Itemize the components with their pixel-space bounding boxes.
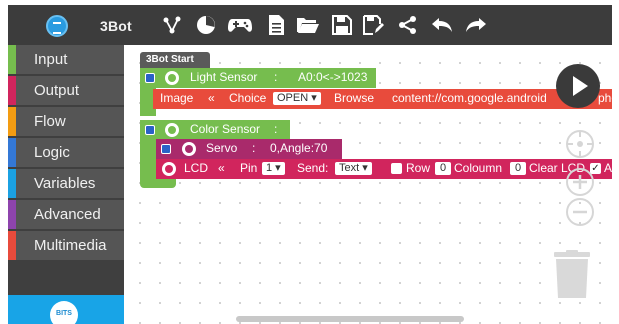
- category-label: Multimedia: [34, 237, 107, 254]
- separator: :: [274, 122, 278, 136]
- servo-block[interactable]: Servo : 0,Angle:70: [156, 139, 342, 159]
- pin-dropdown[interactable]: 1 ▾: [262, 162, 285, 175]
- toggle-icon[interactable]: [162, 162, 176, 176]
- folder-open-icon[interactable]: [294, 11, 322, 39]
- pin-value: 1: [266, 162, 273, 174]
- toggle-icon[interactable]: [182, 142, 196, 156]
- category-input[interactable]: Input: [8, 45, 124, 75]
- category-flow[interactable]: Flow: [8, 107, 124, 137]
- image-label: Image: [160, 91, 194, 105]
- separator: :: [252, 141, 256, 155]
- save-icon[interactable]: [328, 11, 356, 39]
- color-sensor-footer: [140, 178, 176, 188]
- send-label: Send:: [297, 161, 329, 175]
- toggle-icon[interactable]: [165, 123, 179, 137]
- category-label: Logic: [34, 144, 70, 161]
- browse-button[interactable]: Browse: [334, 91, 374, 105]
- share-graph-icon[interactable]: [158, 11, 186, 39]
- color-sensor-label: Color Sensor: [190, 122, 261, 136]
- send-dropdown[interactable]: Text ▾: [335, 162, 372, 175]
- category-color-stripe: [8, 45, 16, 74]
- send-value: Text: [339, 162, 360, 174]
- category-sidebar: Input Output Flow Logic Variables Advanc…: [8, 45, 124, 324]
- image-block[interactable]: Image « Choice OPEN ▾ Browse content://c…: [153, 89, 612, 109]
- category-logic[interactable]: Logic: [8, 138, 124, 168]
- pin-label: Pin: [240, 161, 258, 175]
- content-path: content://com.google.android: [392, 91, 547, 105]
- au-label: Au: [604, 161, 612, 175]
- color-sensor-block[interactable]: Color Sensor :: [140, 120, 290, 140]
- logo-icon[interactable]: [46, 15, 68, 37]
- color-sensor-rail: [140, 140, 156, 180]
- category-color-stripe: [8, 231, 16, 260]
- bits-logo-icon: BITS: [50, 301, 78, 324]
- category-color-stripe: [8, 200, 16, 229]
- toolbar: 3Bot: [8, 5, 612, 45]
- play-button[interactable]: [556, 64, 600, 108]
- choice-value: OPEN: [277, 92, 309, 104]
- separator: :: [274, 70, 278, 84]
- toggle-icon[interactable]: [165, 71, 179, 85]
- category-label: Advanced: [34, 206, 101, 223]
- mutator-gear-icon[interactable]: [161, 144, 171, 154]
- category-label: Flow: [34, 113, 66, 130]
- bits-footer: BITS: [8, 295, 124, 324]
- row-checkbox[interactable]: [391, 163, 402, 174]
- light-sensor-block[interactable]: Light Sensor : A0:0<->1023: [140, 68, 376, 88]
- category-color-stripe: [8, 107, 16, 136]
- horizontal-scrollbar[interactable]: [236, 316, 464, 322]
- light-sensor-value: A0:0<->1023: [298, 70, 368, 84]
- content-path-end: pho: [598, 91, 612, 105]
- start-block[interactable]: 3Bot Start: [140, 52, 210, 68]
- category-variables[interactable]: Variables: [8, 169, 124, 199]
- trash-icon[interactable]: [552, 250, 592, 300]
- row-label: Row: [406, 161, 431, 175]
- arrow-label: «: [208, 91, 215, 105]
- zoom-in-icon[interactable]: [566, 168, 594, 196]
- choice-dropdown[interactable]: OPEN ▾: [273, 92, 321, 105]
- category-advanced[interactable]: Advanced: [8, 200, 124, 230]
- light-sensor-label: Light Sensor: [190, 70, 258, 84]
- save-as-icon[interactable]: [360, 11, 388, 39]
- row-input[interactable]: 0: [435, 162, 451, 175]
- arrow-label: «: [218, 161, 225, 175]
- column-label: Coloumn: [454, 161, 503, 175]
- category-multimedia[interactable]: Multimedia: [8, 231, 124, 261]
- category-color-stripe: [8, 76, 16, 105]
- category-color-stripe: [8, 138, 16, 167]
- mutator-gear-icon[interactable]: [145, 73, 155, 83]
- category-label: Variables: [34, 175, 96, 192]
- column-input[interactable]: 0: [510, 162, 526, 175]
- mutator-gear-icon[interactable]: [145, 125, 155, 135]
- undo-icon[interactable]: [428, 11, 456, 39]
- servo-label: Servo: [206, 141, 238, 155]
- gamepad-icon[interactable]: [226, 11, 254, 39]
- recenter-icon[interactable]: [566, 130, 594, 158]
- redo-icon[interactable]: [462, 11, 490, 39]
- lcd-label: LCD: [184, 161, 209, 175]
- pie-chart-icon[interactable]: [192, 11, 220, 39]
- category-output[interactable]: Output: [8, 76, 124, 106]
- app-window: 3Bot Input Output Flow Logic Variables A…: [0, 0, 619, 324]
- brand-title: 3Bot: [100, 18, 132, 34]
- zoom-out-icon[interactable]: [566, 198, 594, 226]
- servo-value: 0,Angle:70: [270, 141, 328, 155]
- category-label: Input: [34, 51, 68, 68]
- share-icon[interactable]: [394, 11, 422, 39]
- document-icon[interactable]: [262, 11, 290, 39]
- category-label: Output: [34, 82, 80, 99]
- bits-logo-text: BITS: [56, 310, 72, 317]
- category-color-stripe: [8, 169, 16, 198]
- lcd-block[interactable]: LCD « Pin 1 ▾ Send: Text ▾ Row 0 Coloumn…: [156, 159, 612, 179]
- start-block-label: 3Bot Start: [146, 54, 194, 65]
- choice-label: Choice: [229, 91, 267, 105]
